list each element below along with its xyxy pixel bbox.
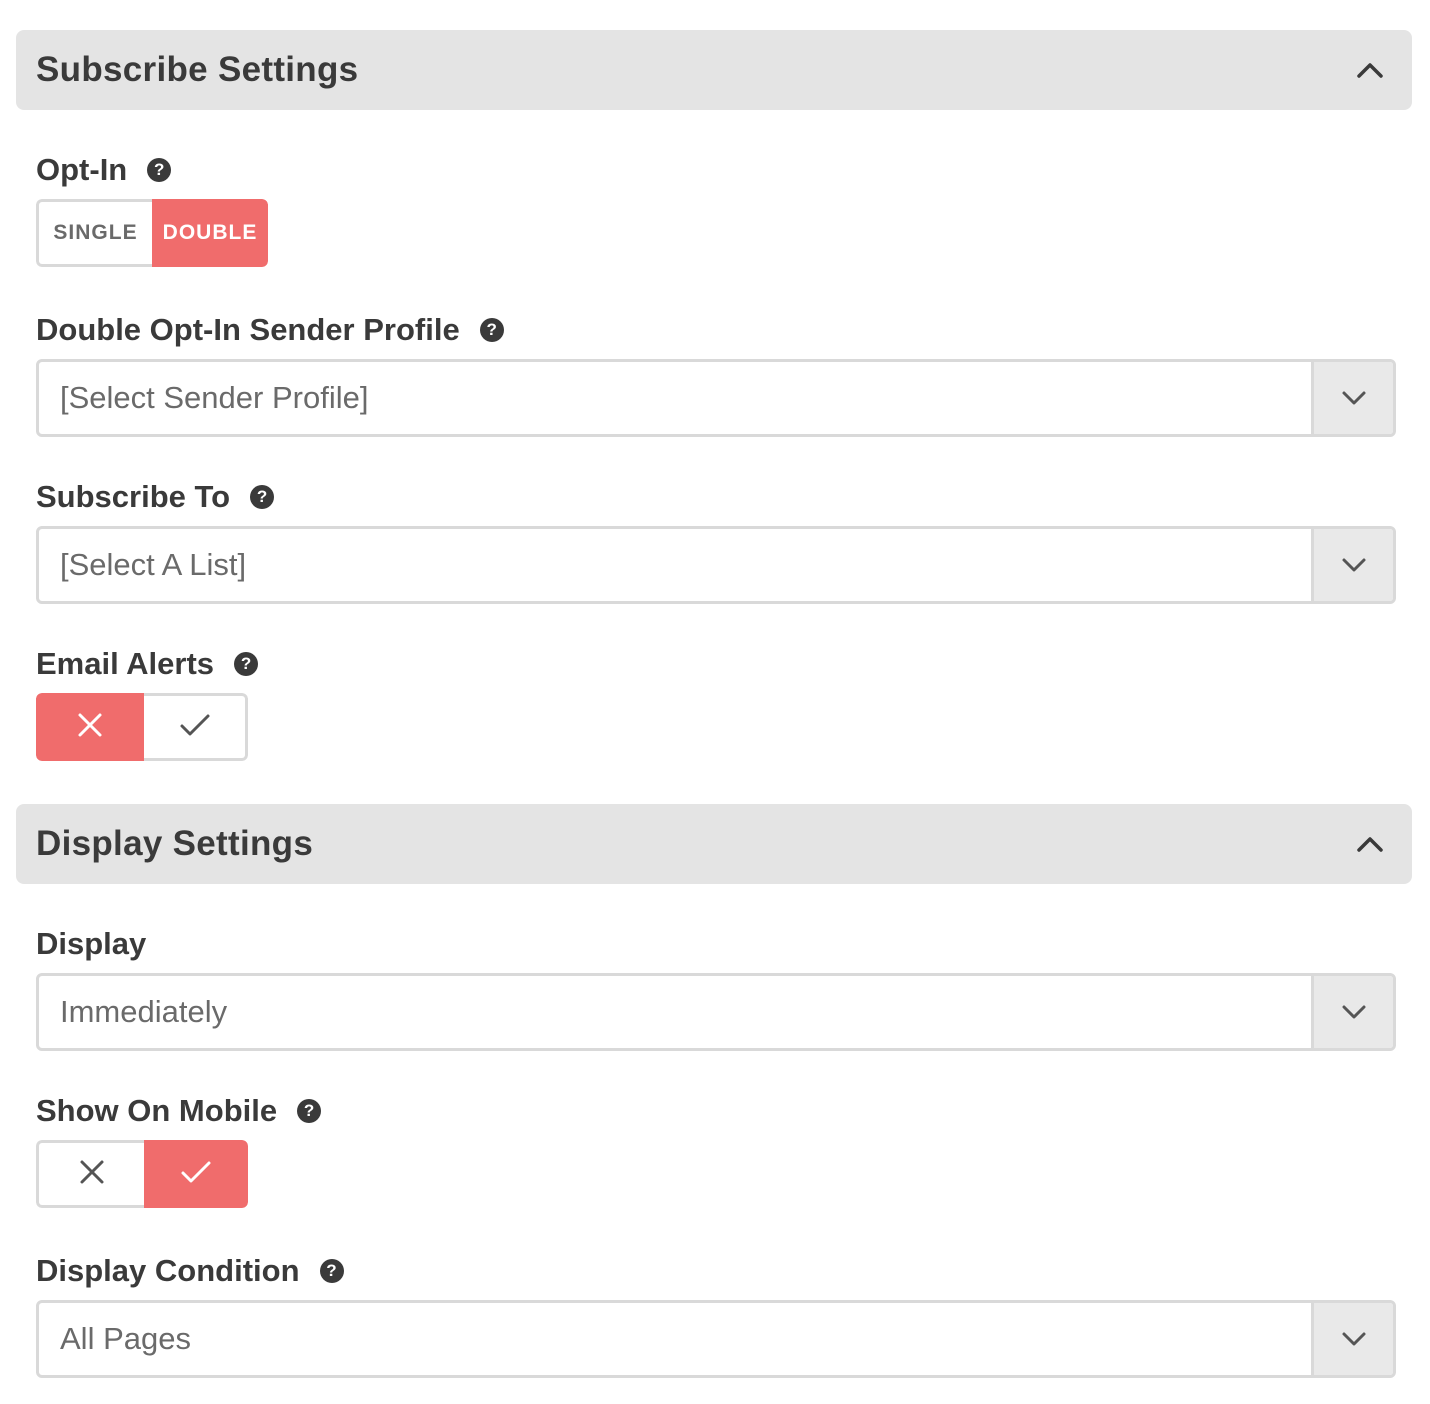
chevron-down-icon[interactable] bbox=[1311, 529, 1393, 601]
help-icon[interactable]: ? bbox=[234, 652, 259, 676]
display-condition-label: Display Condition bbox=[36, 1253, 300, 1288]
display-label: Display bbox=[36, 926, 147, 961]
show-on-mobile-off-option[interactable] bbox=[36, 1140, 144, 1208]
display-condition-select-value: All Pages bbox=[60, 1321, 191, 1356]
opt-in-label: Opt-In bbox=[36, 152, 128, 187]
subscribe-settings-header[interactable]: Subscribe Settings bbox=[16, 30, 1412, 110]
display-label-row: Display bbox=[36, 924, 146, 964]
check-icon bbox=[179, 712, 211, 743]
show-on-mobile-toggle bbox=[36, 1140, 248, 1208]
help-icon[interactable]: ? bbox=[297, 1099, 322, 1123]
display-settings-header[interactable]: Display Settings bbox=[16, 804, 1412, 884]
show-on-mobile-label: Show On Mobile bbox=[36, 1093, 278, 1128]
display-condition-select[interactable]: All Pages bbox=[36, 1300, 1396, 1378]
display-settings-title: Display Settings bbox=[36, 824, 314, 863]
chevron-down-icon[interactable] bbox=[1311, 976, 1393, 1048]
subscribe-settings-title: Subscribe Settings bbox=[36, 50, 359, 89]
opt-in-label-row: Opt-In ? bbox=[36, 150, 172, 190]
chevron-down-icon[interactable] bbox=[1311, 1303, 1393, 1375]
sender-profile-select[interactable]: [Select Sender Profile] bbox=[36, 359, 1396, 437]
email-alerts-on-option[interactable] bbox=[144, 693, 248, 761]
display-condition-label-row: Display Condition ? bbox=[36, 1251, 344, 1291]
subscribe-to-label-row: Subscribe To ? bbox=[36, 477, 275, 517]
close-icon bbox=[79, 1159, 105, 1190]
show-on-mobile-label-row: Show On Mobile ? bbox=[36, 1091, 322, 1131]
display-select[interactable]: Immediately bbox=[36, 973, 1396, 1051]
help-icon[interactable]: ? bbox=[147, 158, 172, 182]
chevron-up-icon[interactable] bbox=[1348, 48, 1392, 92]
opt-in-single-option[interactable]: SINGLE bbox=[36, 199, 152, 267]
email-alerts-toggle bbox=[36, 693, 248, 761]
help-icon[interactable]: ? bbox=[479, 318, 504, 342]
email-alerts-label: Email Alerts bbox=[36, 646, 215, 681]
close-icon bbox=[77, 712, 103, 743]
display-select-value: Immediately bbox=[60, 994, 228, 1029]
chevron-up-icon[interactable] bbox=[1348, 822, 1392, 866]
sender-profile-label-row: Double Opt-In Sender Profile ? bbox=[36, 310, 504, 350]
opt-in-toggle: SINGLE DOUBLE bbox=[36, 199, 268, 267]
chevron-down-icon[interactable] bbox=[1311, 362, 1393, 434]
check-icon bbox=[180, 1159, 212, 1190]
subscribe-to-label: Subscribe To bbox=[36, 479, 231, 514]
email-alerts-off-option[interactable] bbox=[36, 693, 144, 761]
subscribe-to-select-value: [Select A List] bbox=[60, 547, 247, 582]
help-icon[interactable]: ? bbox=[319, 1259, 344, 1283]
sender-profile-select-value: [Select Sender Profile] bbox=[60, 380, 369, 415]
help-icon[interactable]: ? bbox=[250, 485, 275, 509]
subscribe-to-select[interactable]: [Select A List] bbox=[36, 526, 1396, 604]
email-alerts-label-row: Email Alerts ? bbox=[36, 644, 259, 684]
opt-in-double-option[interactable]: DOUBLE bbox=[152, 199, 268, 267]
show-on-mobile-on-option[interactable] bbox=[144, 1140, 248, 1208]
sender-profile-label: Double Opt-In Sender Profile bbox=[36, 312, 460, 347]
